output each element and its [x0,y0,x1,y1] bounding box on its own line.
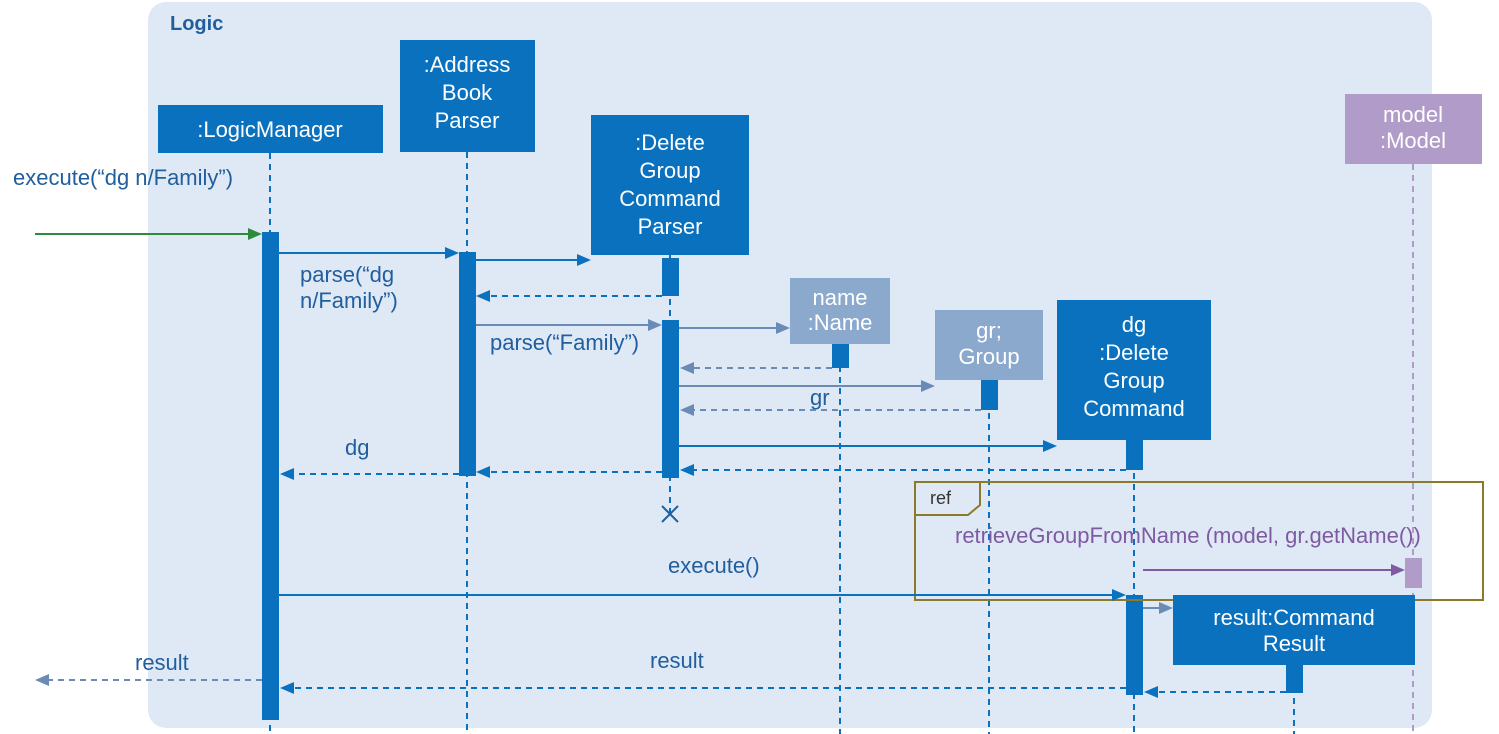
activation-dgcp-1 [662,258,679,296]
svg-text:Command: Command [1083,396,1184,421]
activation-name [832,344,849,368]
activation-abp [459,252,476,476]
svg-text:Parser: Parser [435,108,500,133]
activation-gr [981,380,998,410]
logic-manager-label: :LogicManager [197,117,343,142]
activation-model [1405,558,1422,588]
msg-result-label: result [650,648,704,673]
svg-text:Command: Command [619,186,720,211]
svg-text::Delete: :Delete [1099,340,1169,365]
msg-parse-dg-l2: n/Family”) [300,288,398,313]
svg-text::Model: :Model [1380,128,1446,153]
svg-text:name: name [812,285,867,310]
msg-parse-family-label: parse(“Family”) [490,330,639,355]
msg-result-out-label: result [135,650,189,675]
msg-retrieve-label: retrieveGroupFromName (model, gr.getName… [955,523,1421,548]
sequence-diagram: Logic :LogicManager :Address Book Parser… [0,0,1499,734]
msg-parse-dg-l1: parse(“dg [300,262,394,287]
activation-dg-1 [1126,440,1143,470]
svg-text:Group: Group [1103,368,1164,393]
svg-text:Book: Book [442,80,493,105]
svg-text:Group: Group [958,344,1019,369]
svg-text::Delete: :Delete [635,130,705,155]
ref-frame-label: ref [930,488,952,508]
svg-text::Address: :Address [424,52,511,77]
activation-dg-2 [1126,595,1143,695]
logic-frame-title: Logic [170,13,223,35]
activation-dgcp-2 [662,320,679,478]
svg-text:gr;: gr; [976,318,1002,343]
msg-execute-entry-label: execute(“dg n/Family”) [13,165,233,190]
svg-text:Result: Result [1263,631,1325,656]
svg-text:Parser: Parser [638,214,703,239]
svg-text:Group: Group [639,158,700,183]
svg-text:model: model [1383,102,1443,127]
msg-gr-label: gr [810,385,830,410]
msg-dg-return-label: dg [345,435,369,460]
activation-lm [262,232,279,720]
msg-execute-label: execute() [668,553,760,578]
svg-text:result:Command: result:Command [1213,605,1374,630]
svg-text::Name: :Name [808,310,873,335]
svg-text:dg: dg [1122,312,1146,337]
